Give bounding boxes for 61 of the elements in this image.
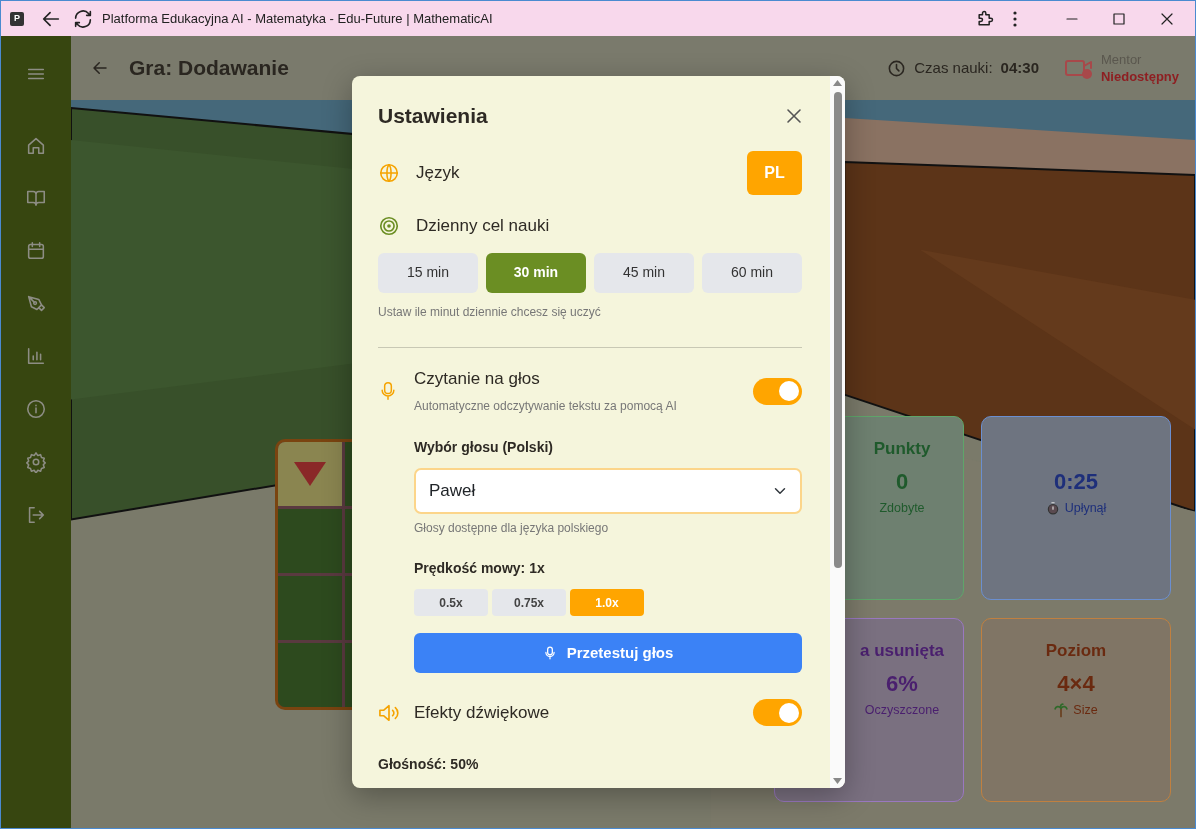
microphone-icon [378, 379, 398, 402]
scroll-up-icon[interactable] [833, 80, 842, 86]
settings-icon[interactable] [25, 450, 47, 473]
close-icon[interactable] [1161, 12, 1173, 25]
volume-label: Głośność: 50% [378, 755, 480, 775]
timer-label: Czas nauki: [914, 57, 993, 78]
stat-caption: Zdobyte [879, 500, 925, 517]
hint-text: Ustaw ile minut dziennie chcesz się uczyć [378, 303, 602, 321]
page-title: Gra: Dodawanie [129, 55, 289, 81]
scroll-down-icon[interactable] [833, 778, 842, 784]
target-icon [378, 214, 400, 237]
app-favicon: P [10, 11, 24, 26]
timer-value: 04:30 [1000, 57, 1039, 78]
setting-label: Czytanie na głos [414, 367, 541, 390]
dialog-title: Ustawienia [378, 103, 488, 129]
speaker-icon [378, 702, 400, 723]
goal-option[interactable]: 45 min [594, 252, 694, 293]
test-voice-button[interactable]: Przetestuj głos [414, 633, 802, 674]
extension-icon[interactable] [975, 8, 995, 29]
stopwatch-icon [1045, 501, 1060, 516]
info-icon[interactable] [25, 398, 47, 421]
stat-value: 6% [886, 671, 918, 697]
triangle-marker-icon [294, 462, 326, 486]
goal-option[interactable]: 30 min [486, 252, 586, 293]
toggle-switch[interactable] [753, 699, 802, 727]
maximize-icon[interactable] [1113, 12, 1125, 25]
stat-value: 4×4 [1057, 671, 1095, 697]
mentor-status: Niedostępny [1101, 67, 1179, 85]
setting-description: Automatyczne odczytywanie tekstu za pomocą AI [414, 398, 678, 416]
stat-title: Punkty [873, 438, 931, 460]
stat-caption: Oczyszczone [864, 702, 940, 719]
field-label: Wybór głosu (Polski) [414, 438, 554, 458]
stat-value: 0:25 [1053, 469, 1098, 495]
stat-title: Poziom [1045, 640, 1107, 662]
more-icon[interactable] [1012, 9, 1018, 28]
speed-option[interactable]: 0.75x [492, 589, 566, 617]
voice-select[interactable]: Paweł [414, 468, 802, 515]
board-cell[interactable] [278, 643, 342, 707]
toggle-switch[interactable] [753, 377, 802, 405]
goal-option[interactable]: 15 min [378, 252, 478, 293]
globe-icon [378, 162, 400, 185]
field-label: Prędkość mowy: 1x [414, 559, 546, 579]
setting-label: Język [416, 162, 461, 185]
setting-label: Efekty dźwiękowe [414, 701, 551, 724]
board-cell[interactable] [278, 509, 342, 573]
close-icon[interactable] [786, 107, 802, 124]
stat-title: a usunięta [859, 640, 945, 662]
window-title: Platforma Edukacyjna AI - Matematyka - Edu-Future | MathematicAI [102, 9, 493, 28]
board-cell[interactable] [278, 442, 342, 506]
goal-option[interactable]: 60 min [702, 252, 802, 293]
hint-text: Głosy dostępne dla języka polskiego [414, 520, 610, 538]
board-cell[interactable] [278, 576, 342, 640]
speed-option[interactable]: 0.5x [414, 589, 488, 617]
clock-icon [887, 58, 907, 78]
reload-icon[interactable] [72, 7, 94, 30]
stat-value: 0 [895, 469, 909, 495]
setting-label: Dzienny cel nauki [416, 215, 550, 238]
stat-caption: Upłynął [1064, 500, 1107, 517]
stat-caption: Size [1073, 702, 1098, 719]
scrollbar-thumb[interactable] [833, 92, 842, 568]
palm-tree-icon [1054, 702, 1069, 719]
